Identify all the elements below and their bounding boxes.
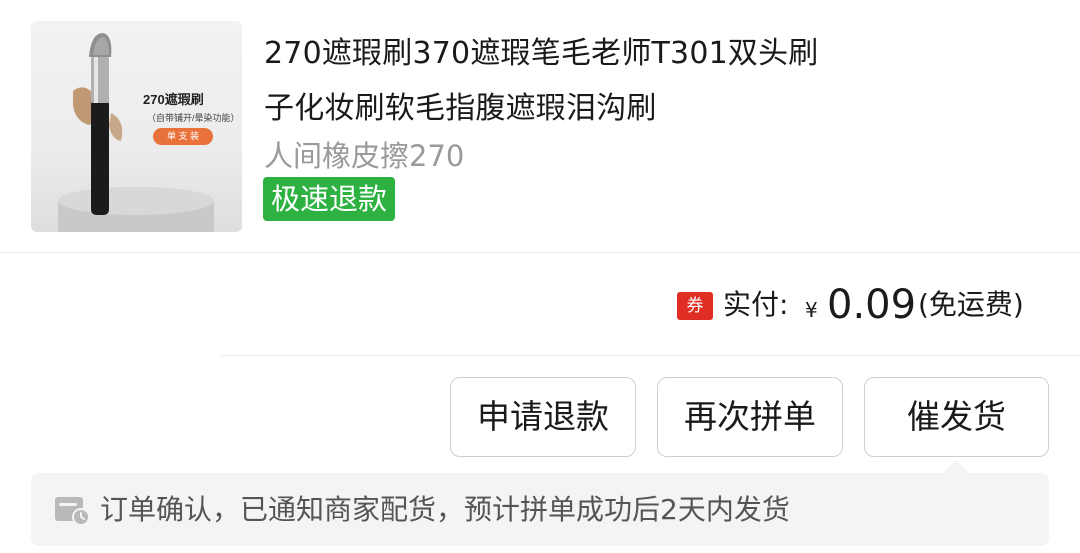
top-edge (0, 0, 1080, 10)
notice-pointer (942, 460, 970, 474)
price-divider (220, 355, 1080, 356)
truck-clock-icon (53, 492, 93, 528)
coupon-badge: 券 (677, 292, 713, 320)
product-title-line2: 子化妆刷软毛指腹遮瑕泪沟刷 (264, 91, 657, 126)
paid-amount: 0.09 (827, 282, 917, 328)
group-again-button[interactable]: 再次拼单 (657, 377, 843, 457)
shop-name: 人间橡皮擦270 (264, 139, 465, 173)
thumbnail-caption-sub: （自带铺开/晕染功能） (147, 113, 240, 123)
apply-refund-button[interactable]: 申请退款 (450, 377, 636, 457)
fast-refund-badge: 极速退款 (263, 177, 396, 221)
product-title-line1: 270遮瑕刷370遮瑕笔毛老师T301双头刷 (264, 36, 819, 71)
currency-symbol: ¥ (805, 298, 818, 322)
paid-label: 实付: (723, 288, 789, 321)
section-divider (0, 252, 1080, 253)
shipping-notice-text: 订单确认，已通知商家配货，预计拼单成功后2天内发货 (100, 493, 790, 526)
product-thumbnail[interactable]: 270遮瑕刷 （自带铺开/晕染功能） 单 支 装 (31, 21, 242, 232)
thumbnail-caption-title: 270遮瑕刷 (143, 92, 204, 107)
shipping-notice: 订单确认，已通知商家配货，预计拼单成功后2天内发货 (31, 473, 1049, 546)
brush-image (58, 33, 214, 232)
thumbnail-caption-tag: 单 支 装 (153, 128, 213, 145)
product-title[interactable]: 270遮瑕刷370遮瑕笔毛老师T301双头刷 子化妆刷软毛指腹遮瑕泪沟刷 (264, 26, 904, 136)
urge-shipping-button[interactable]: 催发货 (864, 377, 1049, 457)
shipping-note: (免运费) (918, 288, 1024, 321)
